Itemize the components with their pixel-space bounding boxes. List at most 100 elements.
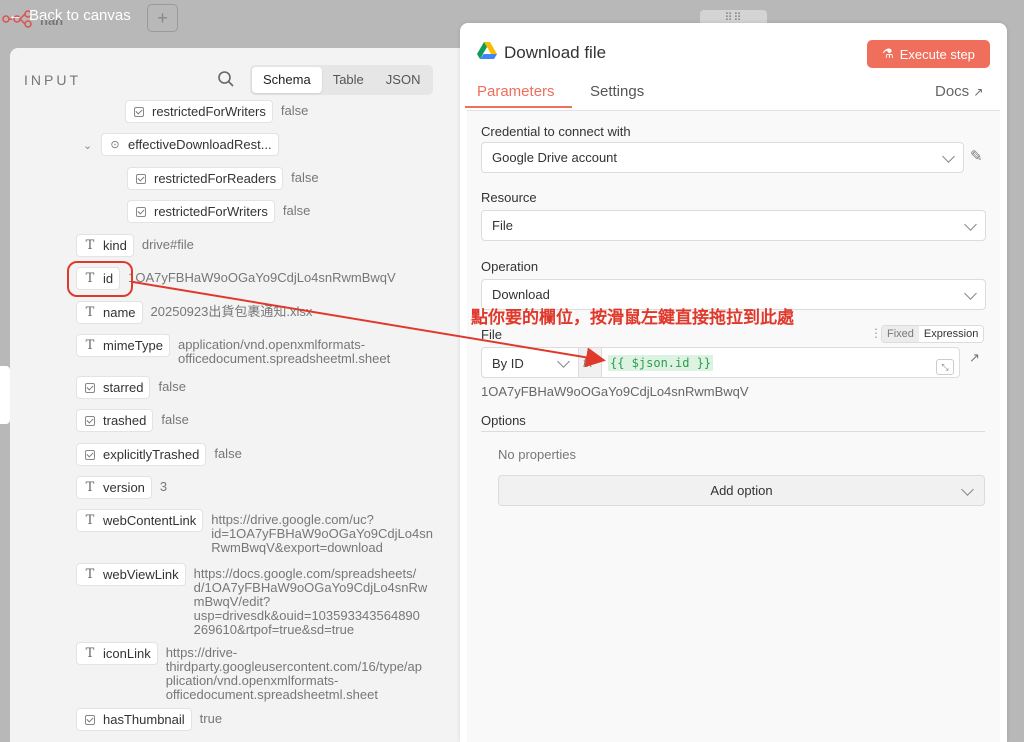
back-to-canvas-link[interactable]: ← Back to canvas [0, 0, 131, 30]
schema-value: drive#file [141, 237, 194, 252]
schema-key: mimeType [103, 338, 163, 353]
credential-select[interactable]: Google Drive account [481, 142, 964, 173]
operation-label: Operation [481, 259, 539, 274]
schema-key-pill[interactable]: T webContentLink [76, 509, 204, 532]
schema-value: application/vnd.openxmlformats- officedo… [178, 334, 390, 366]
schema-key-pill[interactable]: hasThumbnail [76, 708, 192, 731]
value-line: plication/vnd.openxmlformats- [165, 673, 339, 688]
tab-parameters[interactable]: Parameters [477, 83, 555, 100]
canvas-add-button[interactable]: + [147, 4, 178, 32]
schema-value: false [280, 103, 309, 118]
fx-icon: fx [579, 347, 601, 378]
schema-row[interactable]: hasThumbnail true [76, 708, 222, 731]
search-icon[interactable] [217, 70, 235, 88]
value-line: officedocument.spreadsheetml.sheet [177, 351, 391, 366]
tab-json[interactable]: JSON [375, 67, 432, 93]
value-line: 269610&rtpof=true&sd=true [193, 622, 355, 637]
schema-row[interactable]: T mimeType application/vnd.openxmlformat… [76, 334, 390, 366]
annotation-text: 點你要的欄位，按滑鼠左鍵直接拖拉到此處 [471, 308, 794, 327]
schema-row[interactable]: restrictedForWriters false [127, 200, 310, 223]
schema-key-pill[interactable]: T webViewLink [76, 563, 186, 586]
schema-value: true [199, 711, 223, 726]
value-line: officedocument.spreadsheetml.sheet [165, 687, 378, 702]
schema-row[interactable]: explicitlyTrashed false [76, 443, 242, 466]
schema-key: restrictedForWriters [152, 104, 266, 119]
chevron-down-icon[interactable]: ⌄ [83, 139, 92, 152]
schema-row[interactable]: ⊙ effectiveDownloadRest... [101, 133, 279, 156]
schema-key-pill[interactable]: restrictedForReaders [127, 167, 284, 190]
google-drive-icon [477, 42, 497, 59]
mode-expression[interactable]: Expression [918, 326, 984, 342]
node-title: Download file [504, 43, 607, 62]
schema-key-pill[interactable]: trashed [76, 409, 154, 432]
string-type-icon: T [85, 567, 95, 582]
schema-key: webContentLink [103, 513, 197, 528]
string-type-icon: T [85, 646, 95, 661]
schema-row[interactable]: T kind drive#file [76, 234, 194, 257]
docs-label: Docs [935, 83, 970, 100]
tab-table[interactable]: Table [322, 67, 375, 93]
schema-key-pill[interactable]: restrictedForWriters [127, 200, 275, 223]
schema-row[interactable]: T name 20250923出貨包裹通知.xlsx [76, 301, 312, 324]
string-type-icon: T [85, 338, 95, 353]
mode-fixed[interactable]: Fixed [882, 326, 919, 342]
schema-value: https://drive- thirdparty.googleusercont… [166, 642, 422, 702]
schema-key: name [103, 305, 136, 320]
schema-key-pill[interactable]: starred [76, 376, 151, 399]
schema-key-pill[interactable]: ⊙ effectiveDownloadRest... [101, 133, 279, 156]
schema-key: trashed [103, 413, 147, 428]
schema-row[interactable]: restrictedForWriters false [125, 100, 308, 123]
schema-row[interactable]: starred false [76, 376, 186, 399]
value-line: d/1OA7yFBHaW9oOGaYo9CdjLo4snRw [193, 580, 428, 595]
operation-value: Download [492, 287, 550, 302]
file-id-expression-input[interactable]: {{ $json.id }} [601, 347, 960, 378]
execute-step-button[interactable]: ⚗ Execute step [867, 40, 990, 68]
file-mode-value: By ID [492, 356, 524, 371]
add-option-button[interactable]: Add option [498, 475, 985, 506]
schema-key: effectiveDownloadRest... [128, 137, 272, 152]
active-tab-indicator [465, 106, 572, 108]
open-external-icon[interactable]: ↗ [969, 350, 980, 366]
value-line: usp=drivesdk&ouid=103593343564890 [193, 608, 420, 623]
schema-key: starred [103, 380, 144, 395]
chevron-down-icon [964, 218, 977, 231]
boolean-icon [128, 206, 154, 217]
schema-key: hasThumbnail [103, 712, 185, 727]
schema-key-pill[interactable]: T iconLink [76, 642, 158, 665]
chevron-down-icon [557, 355, 570, 368]
value-line: https://drive.google.com/uc? [211, 512, 374, 527]
tab-schema[interactable]: Schema [252, 67, 322, 93]
resource-label: Resource [481, 190, 537, 205]
value-line: application/vnd.openxmlformats- [177, 337, 366, 352]
flask-icon: ⚗ [882, 46, 894, 61]
schema-key-pill[interactable]: T kind [76, 234, 134, 257]
schema-key-pill[interactable]: restrictedForWriters [125, 100, 273, 123]
schema-value: https://drive.google.com/uc? id=1OA7yFBH… [211, 509, 433, 555]
value-line: thirdparty.googleusercontent.com/16/type… [165, 659, 423, 674]
schema-row[interactable]: T version 3 [76, 476, 167, 499]
resource-select[interactable]: File [481, 210, 986, 241]
schema-row[interactable]: restrictedForReaders false [127, 167, 319, 190]
execute-step-label: Execute step [899, 46, 975, 62]
edit-pencil-icon[interactable]: ✎ [970, 147, 983, 165]
value-line: RwmBwqV&export=download [211, 540, 383, 555]
credential-value: Google Drive account [492, 150, 618, 165]
schema-key-pill[interactable]: explicitlyTrashed [76, 443, 207, 466]
expand-expression-icon[interactable]: ⤡ [936, 359, 954, 375]
back-to-canvas-label: Back to canvas [29, 6, 131, 24]
docs-link[interactable]: Docs ↗ [935, 83, 983, 100]
schema-row[interactable]: T iconLink https://drive- thirdparty.goo… [76, 642, 422, 702]
schema-row[interactable]: T webViewLink https://docs.google.com/sp… [76, 563, 427, 637]
tab-settings[interactable]: Settings [590, 83, 644, 100]
no-properties-text: No properties [498, 447, 577, 462]
fixed-expression-toggle[interactable]: Fixed Expression [881, 325, 985, 343]
schema-row[interactable]: T webContentLink https://drive.google.co… [76, 509, 433, 555]
schema-key-pill[interactable]: T mimeType [76, 334, 170, 357]
schema-key-pill[interactable]: T version [76, 476, 152, 499]
expression-text: {{ $json.id }} [608, 355, 714, 371]
chevron-down-icon [961, 483, 974, 496]
schema-key-pill[interactable]: T name [76, 301, 143, 324]
file-mode-select[interactable]: By ID [481, 347, 579, 378]
schema-value: false [214, 446, 242, 461]
schema-row[interactable]: trashed false [76, 409, 189, 432]
